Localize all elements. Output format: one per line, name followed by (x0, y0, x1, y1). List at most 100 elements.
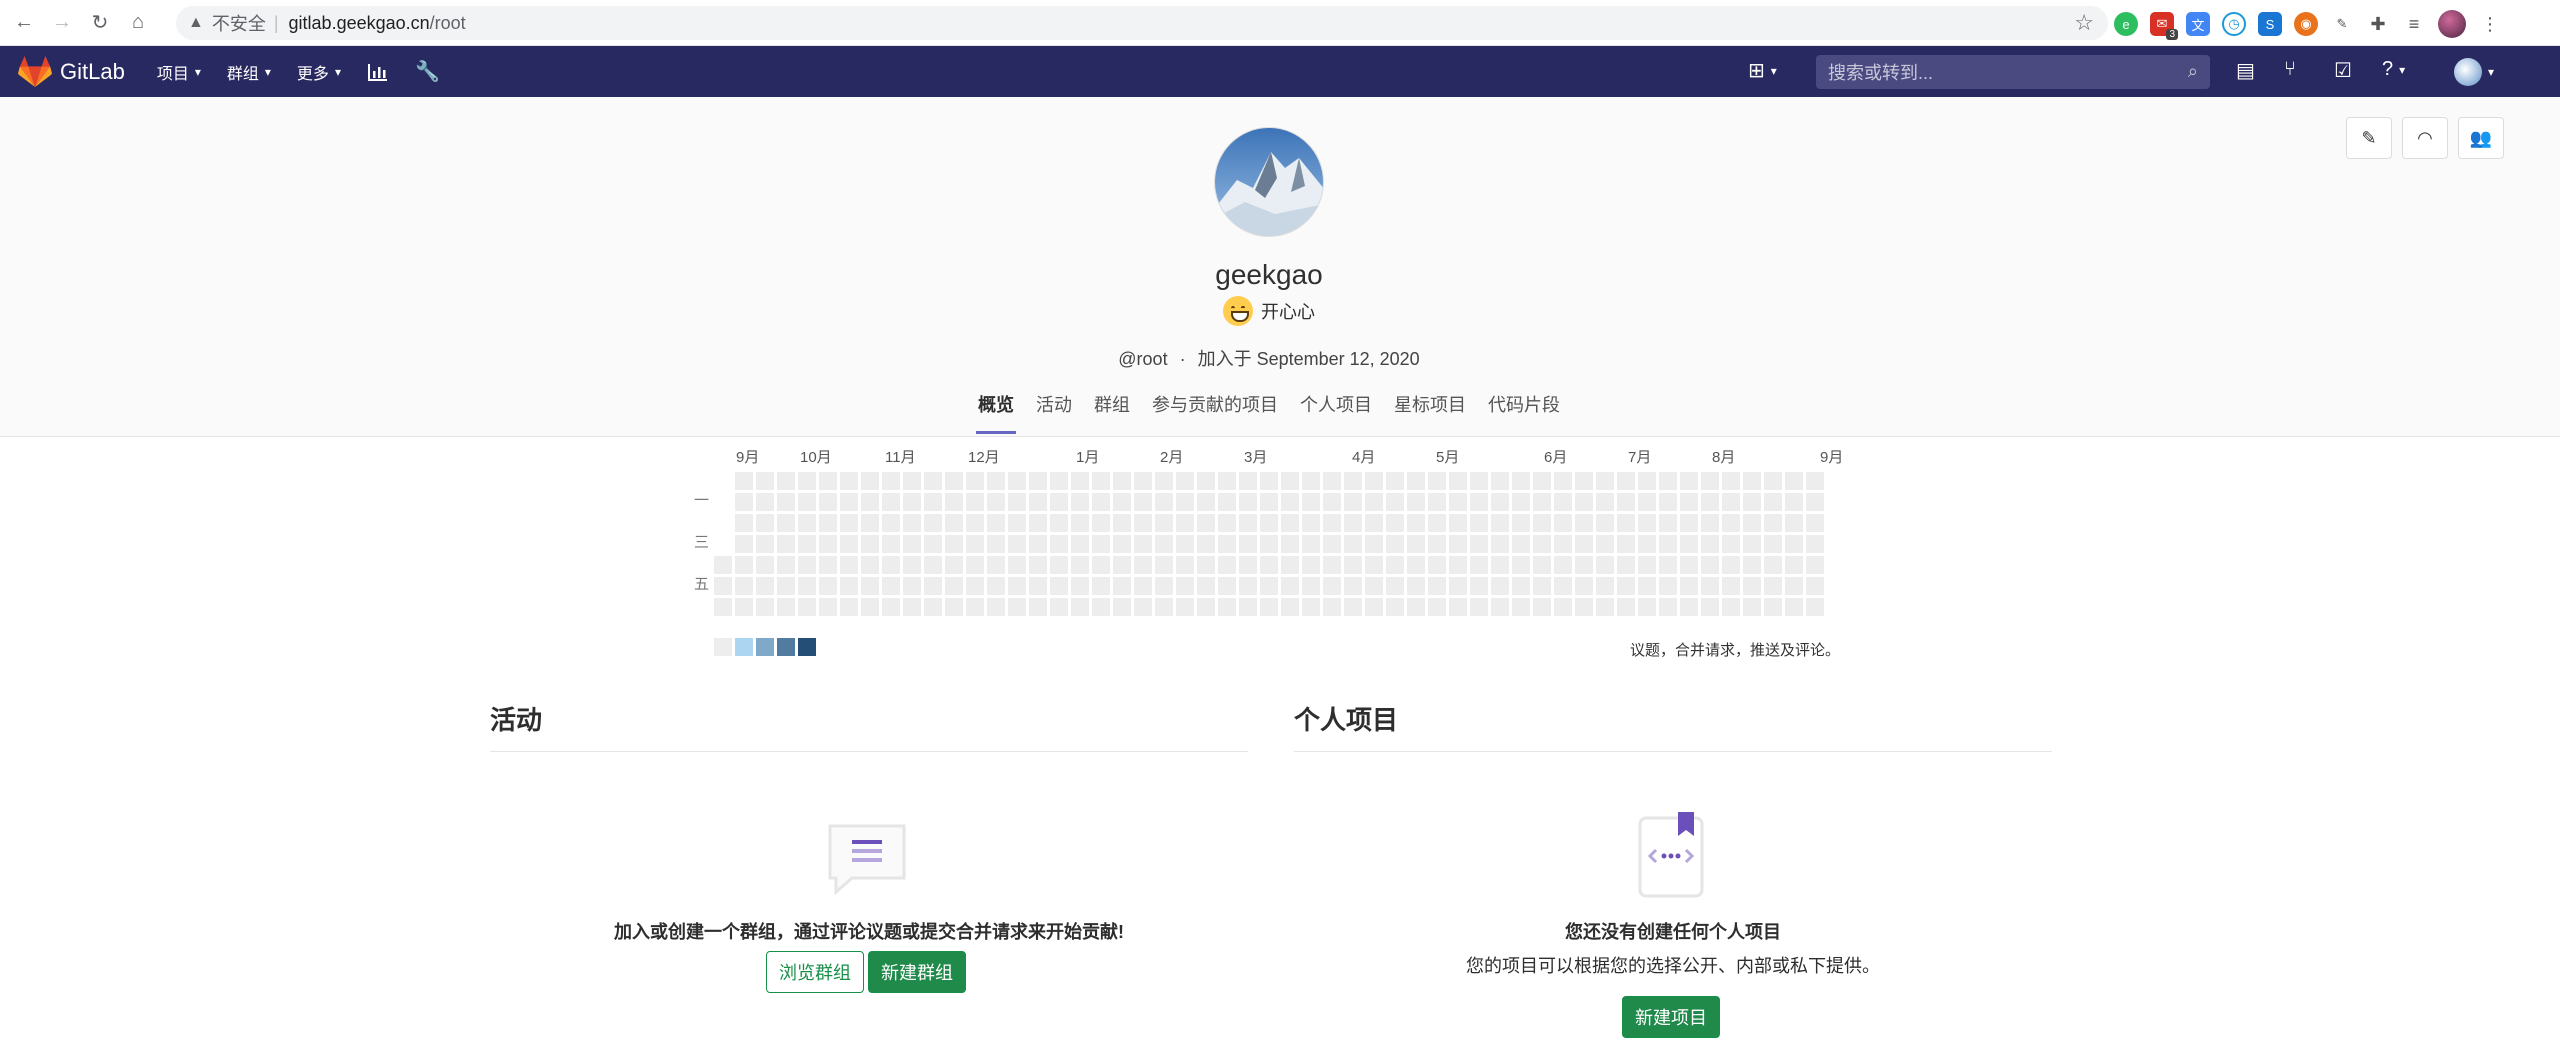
calendar-day-cell[interactable] (1071, 472, 1089, 490)
calendar-day-cell[interactable] (861, 556, 879, 574)
calendar-day-cell[interactable] (840, 598, 858, 616)
menu-projects[interactable]: 项目 ▾ (157, 60, 201, 84)
calendar-day-cell[interactable] (1785, 493, 1803, 511)
calendar-day-cell[interactable] (1596, 577, 1614, 595)
calendar-day-cell[interactable] (1344, 535, 1362, 553)
calendar-day-cell[interactable] (1218, 556, 1236, 574)
calendar-day-cell[interactable] (1806, 577, 1824, 595)
calendar-day-cell[interactable] (1281, 514, 1299, 532)
calendar-day-cell[interactable] (1302, 472, 1320, 490)
address-bar[interactable]: ▲ 不安全 | gitlab.geekgao.cn/root ☆ (176, 6, 2108, 40)
calendar-day-cell[interactable] (1785, 577, 1803, 595)
calendar-day-cell[interactable] (1197, 556, 1215, 574)
calendar-day-cell[interactable] (1176, 598, 1194, 616)
calendar-day-cell[interactable] (1491, 535, 1509, 553)
calendar-day-cell[interactable] (1680, 514, 1698, 532)
calendar-day-cell[interactable] (1050, 535, 1068, 553)
calendar-day-cell[interactable] (1113, 577, 1131, 595)
calendar-day-cell[interactable] (1428, 556, 1446, 574)
calendar-day-cell[interactable] (1386, 577, 1404, 595)
calendar-day-cell[interactable] (1302, 598, 1320, 616)
calendar-day-cell[interactable] (819, 493, 837, 511)
calendar-day-cell[interactable] (819, 472, 837, 490)
calendar-day-cell[interactable] (1050, 514, 1068, 532)
calendar-day-cell[interactable] (1155, 535, 1173, 553)
calendar-day-cell[interactable] (1617, 514, 1635, 532)
calendar-day-cell[interactable] (1470, 514, 1488, 532)
calendar-day-cell[interactable] (1281, 472, 1299, 490)
back-icon[interactable]: ← (10, 9, 38, 37)
calendar-day-cell[interactable] (1470, 598, 1488, 616)
calendar-day-cell[interactable] (756, 577, 774, 595)
calendar-day-cell[interactable] (1470, 472, 1488, 490)
calendar-day-cell[interactable] (777, 556, 795, 574)
calendar-day-cell[interactable] (1764, 493, 1782, 511)
calendar-day-cell[interactable] (1659, 493, 1677, 511)
calendar-day-cell[interactable] (1764, 472, 1782, 490)
calendar-day-cell[interactable] (1008, 556, 1026, 574)
calendar-day-cell[interactable] (1008, 535, 1026, 553)
calendar-day-cell[interactable] (1386, 535, 1404, 553)
calendar-day-cell[interactable] (1764, 577, 1782, 595)
calendar-day-cell[interactable] (1113, 493, 1131, 511)
calendar-day-cell[interactable] (1701, 535, 1719, 553)
calendar-day-cell[interactable] (819, 535, 837, 553)
calendar-day-cell[interactable] (777, 493, 795, 511)
calendar-day-cell[interactable] (945, 472, 963, 490)
calendar-day-cell[interactable] (1071, 514, 1089, 532)
calendar-day-cell[interactable] (840, 577, 858, 595)
merge-requests-icon[interactable]: ⑂ (2284, 58, 2296, 81)
calendar-day-cell[interactable] (1743, 598, 1761, 616)
calendar-day-cell[interactable] (756, 556, 774, 574)
calendar-day-cell[interactable] (1281, 535, 1299, 553)
calendar-day-cell[interactable] (1407, 514, 1425, 532)
calendar-day-cell[interactable] (861, 472, 879, 490)
calendar-day-cell[interactable] (1554, 556, 1572, 574)
calendar-day-cell[interactable] (882, 556, 900, 574)
calendar-day-cell[interactable] (1302, 577, 1320, 595)
calendar-day-cell[interactable] (1344, 556, 1362, 574)
calendar-day-cell[interactable] (1113, 535, 1131, 553)
calendar-day-cell[interactable] (1785, 514, 1803, 532)
calendar-day-cell[interactable] (945, 514, 963, 532)
calendar-day-cell[interactable] (1260, 577, 1278, 595)
admin-wrench-icon[interactable]: 🔧 (415, 59, 440, 84)
calendar-day-cell[interactable] (1071, 577, 1089, 595)
calendar-day-cell[interactable] (1470, 556, 1488, 574)
home-icon[interactable]: ⌂ (124, 9, 152, 37)
calendar-day-cell[interactable] (1071, 556, 1089, 574)
calendar-day-cell[interactable] (777, 514, 795, 532)
calendar-day-cell[interactable] (1365, 472, 1383, 490)
calendar-day-cell[interactable] (1659, 598, 1677, 616)
calendar-day-cell[interactable] (987, 472, 1005, 490)
calendar-day-cell[interactable] (1449, 577, 1467, 595)
calendar-day-cell[interactable] (1722, 493, 1740, 511)
calendar-day-cell[interactable] (1806, 598, 1824, 616)
calendar-day-cell[interactable] (945, 535, 963, 553)
edit-profile-button[interactable]: ✎ (2346, 117, 2392, 159)
calendar-day-cell[interactable] (1491, 493, 1509, 511)
calendar-day-cell[interactable] (1743, 556, 1761, 574)
calendar-day-cell[interactable] (735, 514, 753, 532)
calendar-day-cell[interactable] (882, 493, 900, 511)
calendar-day-cell[interactable] (1638, 556, 1656, 574)
calendar-day-cell[interactable] (945, 556, 963, 574)
bookmark-star-icon[interactable]: ☆ (2074, 10, 2094, 36)
calendar-day-cell[interactable] (1575, 577, 1593, 595)
calendar-day-cell[interactable] (1050, 577, 1068, 595)
calendar-day-cell[interactable] (1470, 493, 1488, 511)
tab-groups[interactable]: 群组 (1092, 375, 1132, 434)
calendar-day-cell[interactable] (735, 493, 753, 511)
calendar-day-cell[interactable] (1617, 472, 1635, 490)
calendar-day-cell[interactable] (1512, 514, 1530, 532)
puzzle-extensions-icon[interactable]: ✚ (2366, 12, 2390, 36)
calendar-day-cell[interactable] (1701, 556, 1719, 574)
screenshot-extension-icon[interactable]: S (2258, 12, 2282, 36)
calendar-day-cell[interactable] (819, 598, 837, 616)
calendar-day-cell[interactable] (1617, 556, 1635, 574)
calendar-day-cell[interactable] (1092, 577, 1110, 595)
calendar-day-cell[interactable] (735, 577, 753, 595)
calendar-day-cell[interactable] (1449, 493, 1467, 511)
calendar-day-cell[interactable] (1029, 598, 1047, 616)
calendar-day-cell[interactable] (1218, 598, 1236, 616)
